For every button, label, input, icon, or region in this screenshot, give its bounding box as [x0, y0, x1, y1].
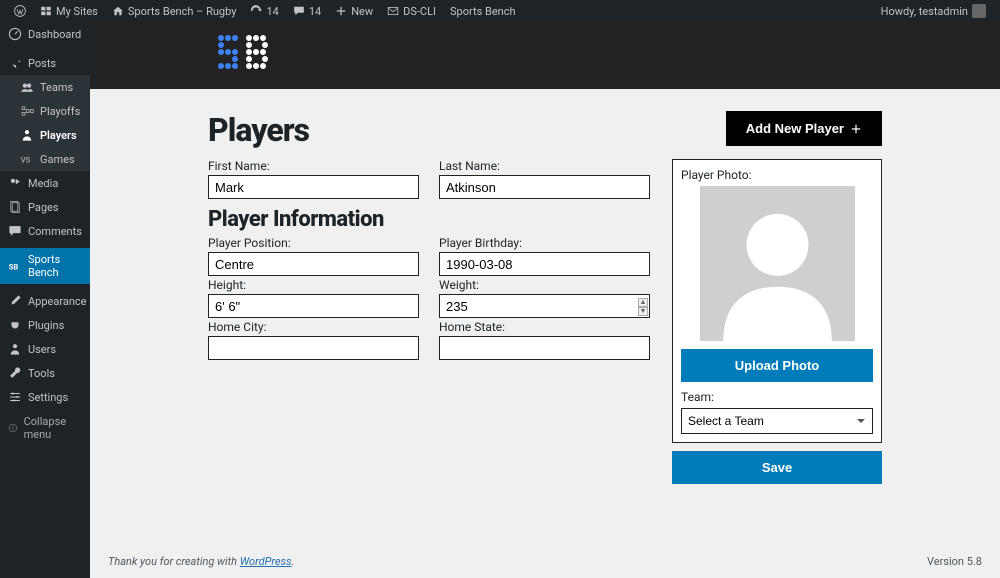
submenu-players[interactable]: Players	[0, 123, 90, 147]
home-state-input[interactable]	[439, 336, 650, 360]
upload-photo-button[interactable]: Upload Photo	[681, 349, 873, 382]
sports-bench-logo	[215, 32, 279, 80]
user-icon	[8, 342, 22, 356]
position-input[interactable]	[208, 252, 419, 276]
vs-icon: VS	[20, 152, 34, 166]
svg-text:SB: SB	[9, 263, 19, 272]
plus-icon	[335, 5, 347, 17]
teams-icon	[20, 80, 34, 94]
brush-icon	[8, 294, 22, 308]
brand-bar	[90, 22, 1000, 89]
add-new-label: Add New Player	[746, 121, 844, 136]
media-icon	[8, 176, 22, 190]
new-content[interactable]: New	[329, 0, 379, 22]
my-sites[interactable]: My Sites	[34, 0, 104, 22]
player-icon	[20, 128, 34, 142]
sites-icon	[40, 5, 52, 17]
home-city-input[interactable]	[208, 336, 419, 360]
home-icon	[112, 5, 124, 17]
admin-sidebar: Dashboard Posts Teams Playoffs Players V…	[0, 22, 90, 578]
last-name-label: Last Name:	[439, 159, 650, 173]
collapse-icon	[8, 422, 18, 434]
refresh-icon	[250, 5, 262, 17]
player-photo-placeholder	[700, 186, 855, 341]
avatar-placeholder-icon	[700, 186, 855, 341]
team-select[interactable]: Select a Team	[681, 408, 873, 434]
plug-icon	[8, 318, 22, 332]
pages-icon	[8, 200, 22, 214]
posts-submenu: Teams Playoffs Players VSGames	[0, 75, 90, 171]
collapse-menu[interactable]: Collapse menu	[0, 409, 90, 447]
section-player-info: Player Information	[208, 207, 650, 232]
sliders-icon	[8, 390, 22, 404]
first-name-input[interactable]	[208, 175, 419, 199]
site-name[interactable]: Sports Bench – Rugby	[106, 0, 243, 22]
footer-thanks: Thank you for creating with WordPress.	[108, 555, 294, 568]
last-name-input[interactable]	[439, 175, 650, 199]
player-form: First Name: Last Name: Player Informatio…	[208, 159, 650, 362]
plus-icon	[850, 123, 862, 135]
admin-footer: Thank you for creating with WordPress. V…	[108, 555, 982, 568]
menu-settings[interactable]: Settings	[0, 385, 90, 409]
height-label: Height:	[208, 278, 419, 292]
team-label: Team:	[681, 390, 873, 404]
menu-users[interactable]: Users	[0, 337, 90, 361]
wrench-icon	[8, 366, 22, 380]
sb-icon: SB	[8, 259, 22, 273]
pin-icon	[8, 56, 22, 70]
home-city-label: Home City:	[208, 320, 419, 334]
menu-sports-bench[interactable]: SBSports Bench	[0, 248, 90, 284]
player-photo-panel: Player Photo: Upload Photo Team: Select …	[672, 159, 882, 443]
wp-logo[interactable]	[8, 0, 32, 22]
menu-media[interactable]: Media	[0, 171, 90, 195]
adminbar-sports-bench[interactable]: Sports Bench	[444, 0, 522, 22]
position-label: Player Position:	[208, 236, 419, 250]
updates[interactable]: 14	[244, 0, 284, 22]
birthday-label: Player Birthday:	[439, 236, 650, 250]
comment-icon	[293, 5, 305, 17]
menu-plugins[interactable]: Plugins	[0, 313, 90, 337]
comments-icon	[8, 224, 22, 238]
menu-tools[interactable]: Tools	[0, 361, 90, 385]
menu-comments[interactable]: Comments14	[0, 219, 90, 243]
height-input[interactable]	[208, 294, 419, 318]
svg-text:VS: VS	[21, 156, 31, 165]
dashboard-icon	[8, 27, 22, 41]
comments-count[interactable]: 14	[287, 0, 327, 22]
howdy-user[interactable]: Howdy, testadmin	[875, 0, 992, 22]
submenu-teams[interactable]: Teams	[0, 75, 90, 99]
weight-spinner[interactable]: ▲▼	[638, 298, 648, 316]
player-photo-label: Player Photo:	[681, 168, 873, 182]
user-avatar-icon	[972, 4, 986, 18]
envelope-icon	[387, 5, 399, 17]
menu-posts[interactable]: Posts	[0, 51, 90, 75]
submenu-playoffs[interactable]: Playoffs	[0, 99, 90, 123]
menu-dashboard[interactable]: Dashboard	[0, 22, 90, 46]
bracket-icon	[20, 104, 34, 118]
menu-pages[interactable]: Pages	[0, 195, 90, 219]
first-name-label: First Name:	[208, 159, 419, 173]
save-button[interactable]: Save	[672, 451, 882, 484]
birthday-input[interactable]	[439, 252, 650, 276]
weight-label: Weight:	[439, 278, 650, 292]
wordpress-icon	[14, 5, 26, 17]
home-state-label: Home State:	[439, 320, 650, 334]
page-title: Players	[208, 111, 309, 149]
ds-cli[interactable]: DS-CLI	[381, 0, 442, 22]
weight-input[interactable]	[439, 294, 650, 318]
wordpress-link[interactable]: WordPress	[240, 555, 292, 568]
menu-appearance[interactable]: Appearance	[0, 289, 90, 313]
footer-version: Version 5.8	[927, 555, 982, 568]
content-area: Players Add New Player First Name: Last …	[90, 22, 1000, 578]
submenu-games[interactable]: VSGames	[0, 147, 90, 171]
add-new-player-button[interactable]: Add New Player	[726, 111, 882, 146]
wp-admin-bar: My Sites Sports Bench – Rugby 14 14 New …	[0, 0, 1000, 22]
